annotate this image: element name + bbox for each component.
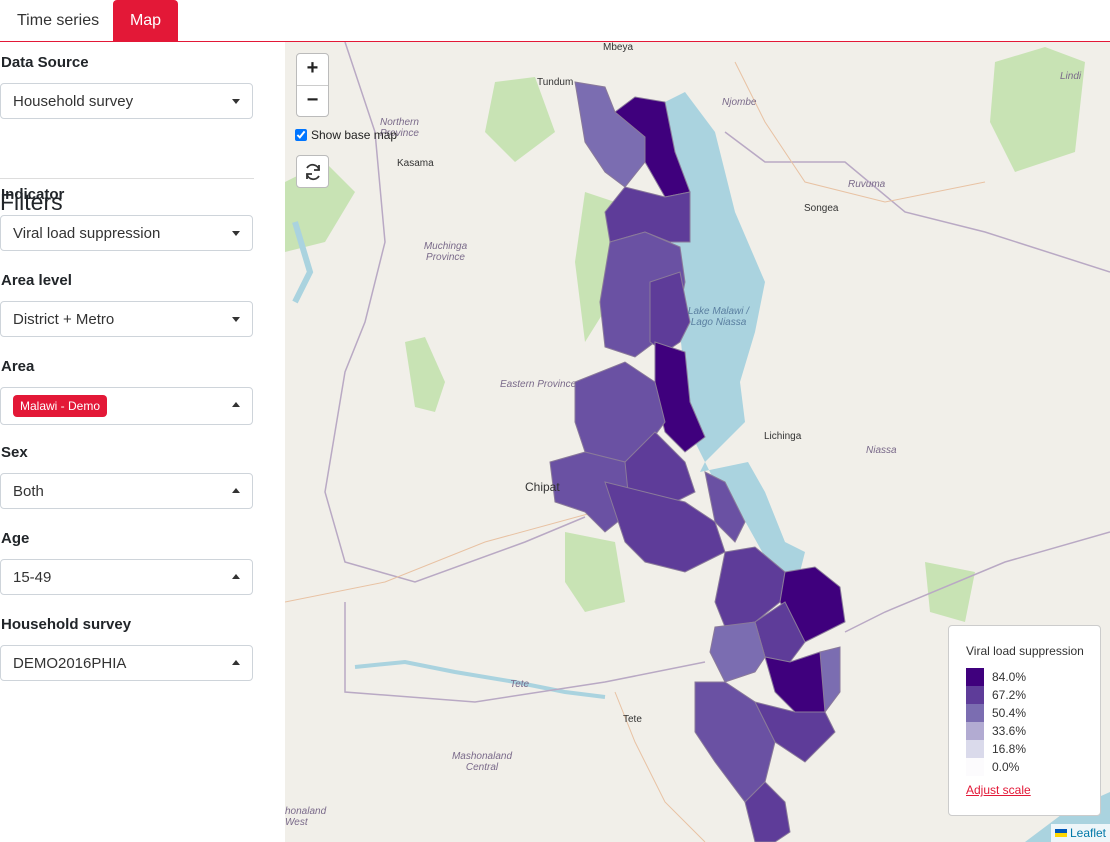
indicator-label: Indicator — [1, 186, 65, 203]
legend-swatch — [966, 740, 984, 758]
adjust-scale-link[interactable]: Adjust scale — [966, 783, 1031, 797]
legend-swatch — [966, 704, 984, 722]
zoom-control: + − — [296, 53, 329, 117]
legend-label: 33.6% — [992, 724, 1027, 738]
sex-label: Sex — [1, 444, 28, 461]
map-label: Lindi — [1060, 71, 1082, 82]
age-value: 15-49 — [13, 569, 52, 586]
map-label: Tete — [623, 714, 642, 725]
data-source-select[interactable]: Household survey — [0, 83, 253, 119]
age-label: Age — [1, 530, 30, 547]
park-area — [485, 77, 555, 162]
sex-value: Both — [13, 483, 44, 500]
park-area — [990, 47, 1085, 172]
legend-swatch — [966, 758, 984, 776]
sidebar: Data Source Household survey Filters Ind… — [0, 42, 285, 842]
legend-swatch — [966, 722, 984, 740]
show-base-map-checkbox[interactable] — [295, 129, 307, 141]
chevron-down-icon — [232, 231, 240, 236]
flag-icon — [1054, 829, 1067, 837]
map-label: Mbeya — [603, 42, 634, 53]
map-label: Mashonaland Central — [451, 751, 513, 773]
area-tag[interactable]: Malawi - Demo — [13, 395, 108, 417]
attribution[interactable]: Leaflet — [1050, 824, 1110, 842]
leaflet-link[interactable]: Leaflet — [1070, 826, 1106, 840]
data-source-value: Household survey — [13, 93, 134, 110]
refresh-button[interactable] — [296, 155, 329, 188]
divider — [0, 178, 254, 179]
chevron-up-icon — [232, 660, 240, 665]
chevron-down-icon — [232, 99, 240, 104]
road — [285, 511, 596, 603]
legend-label: 67.2% — [992, 688, 1027, 702]
border-line — [844, 531, 1110, 633]
sex-select[interactable]: Both — [0, 473, 253, 509]
legend-label: 50.4% — [992, 706, 1027, 720]
legend-label: 16.8% — [992, 742, 1027, 756]
legend: Viral load suppression 84.0% 67.2% 50.4% 33… — [948, 625, 1101, 816]
chevron-up-icon — [232, 574, 240, 579]
zoom-out-button[interactable]: − — [297, 86, 328, 117]
tab-map[interactable]: Map — [113, 0, 178, 41]
legend-swatch — [966, 686, 984, 704]
legend-label: 84.0% — [992, 670, 1027, 684]
survey-label: Household survey — [1, 616, 132, 633]
map-label: Eastern Province — [500, 379, 577, 390]
map-label: Lichinga — [764, 431, 802, 442]
map-label: Lake Malawi / Lago Niassa — [687, 306, 750, 328]
legend-swatch — [966, 668, 984, 686]
map-label: Ruvuma — [848, 179, 886, 190]
tab-time-series[interactable]: Time series — [1, 0, 115, 41]
area-level-select[interactable]: District + Metro — [0, 301, 253, 337]
survey-value: DEMO2016PHIA — [13, 655, 127, 672]
legend-title: Viral load suppression — [966, 644, 1084, 658]
tab-bar: Time series Map — [0, 0, 1110, 42]
map-label: honaland West — [285, 806, 327, 828]
area-level-label: Area level — [1, 272, 72, 289]
refresh-icon — [305, 163, 320, 180]
park-area — [565, 532, 625, 612]
indicator-value: Viral load suppression — [13, 225, 161, 242]
age-select[interactable]: 15-49 — [0, 559, 253, 595]
map-label: Tundum — [537, 77, 574, 88]
survey-select[interactable]: DEMO2016PHIA — [0, 645, 253, 681]
legend-label: 0.0% — [992, 760, 1020, 774]
area-select[interactable]: Malawi - Demo — [0, 387, 253, 425]
chevron-down-icon — [232, 317, 240, 322]
chevron-up-icon — [232, 402, 240, 407]
indicator-select[interactable]: Viral load suppression — [0, 215, 253, 251]
chevron-up-icon — [232, 488, 240, 493]
area-level-value: District + Metro — [13, 311, 115, 328]
show-base-map-label: Show base map — [311, 128, 398, 142]
map-label: Muchinga Province — [423, 241, 468, 263]
district — [709, 621, 766, 683]
map-label: Tete — [510, 679, 530, 690]
park-area — [405, 337, 445, 412]
map-label: Kasama — [397, 158, 434, 169]
map-label: Njombe — [722, 97, 757, 108]
map-label: Chipat — [525, 480, 560, 494]
river — [354, 659, 606, 699]
map-label: Songea — [804, 203, 839, 214]
map-label: Niassa — [866, 445, 897, 456]
zoom-in-button[interactable]: + — [297, 54, 328, 86]
show-base-map-toggle[interactable]: Show base map — [295, 128, 397, 142]
data-source-label: Data Source — [1, 54, 89, 71]
map[interactable]: Mbeya Tundum Njombe Lindi Northern Provi… — [285, 42, 1110, 842]
area-label: Area — [1, 358, 35, 375]
